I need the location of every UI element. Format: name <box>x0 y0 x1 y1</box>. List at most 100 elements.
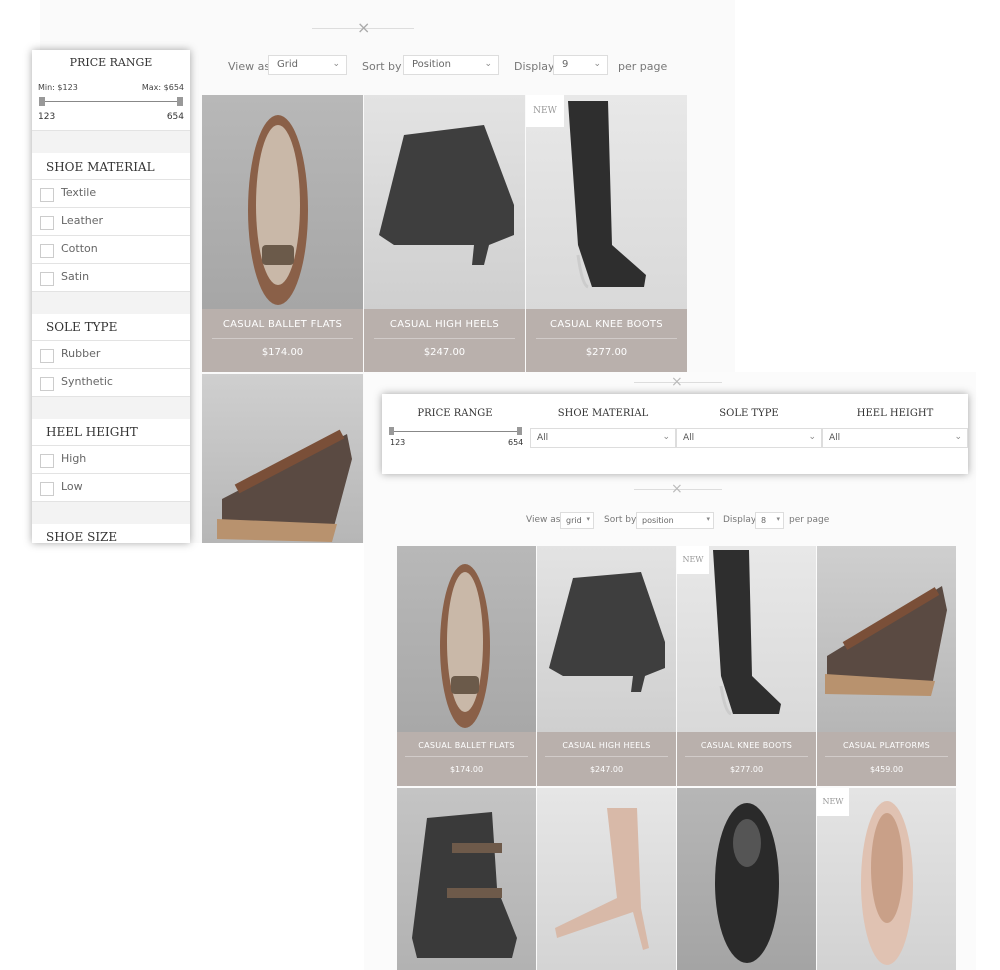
filter-option-label: Rubber <box>61 347 101 360</box>
display-select[interactable]: 9 ⌄ <box>553 55 608 75</box>
filter-option[interactable]: Synthetic <box>32 368 190 396</box>
checkbox[interactable] <box>40 349 54 363</box>
price-slider-max-handle[interactable] <box>517 427 522 435</box>
checkbox[interactable] <box>40 454 54 468</box>
close-icon[interactable]: × <box>671 374 683 390</box>
sort-by-label: Sort by <box>604 515 637 525</box>
sort-by-select[interactable]: Position ⌄ <box>403 55 499 75</box>
section-gap <box>32 130 190 153</box>
chevron-down-icon: ⌄ <box>593 59 601 69</box>
product-name[interactable]: CASUAL PLATFORMS <box>817 741 956 750</box>
checkbox[interactable] <box>40 244 54 258</box>
product-card[interactable] <box>677 788 816 970</box>
product-image[interactable] <box>526 95 687 309</box>
filter-option[interactable]: Satin <box>32 263 190 291</box>
product-image[interactable] <box>397 546 536 732</box>
product-card[interactable]: CASUAL PLATFORMS $459.00 <box>817 546 956 786</box>
chevron-down-icon: ▾ <box>586 515 590 523</box>
price-slider-max-handle[interactable] <box>177 97 183 106</box>
ballet-flat-image <box>440 564 490 728</box>
price-max-label: Max: $654 <box>141 83 184 92</box>
view-as-label: View as <box>526 515 561 525</box>
chevron-down-icon: ⌄ <box>332 59 340 69</box>
product-image[interactable] <box>364 95 525 309</box>
sole-type-title: SOLE TYPE <box>46 320 118 334</box>
filter-option[interactable]: Cotton <box>32 235 190 263</box>
checkbox[interactable] <box>40 188 54 202</box>
product-card[interactable]: CASUAL BALLET FLATS $174.00 <box>202 95 363 372</box>
chevron-down-icon: ⌄ <box>808 432 816 442</box>
view-as-select[interactable]: Grid ⌄ <box>268 55 347 75</box>
product-card[interactable] <box>537 788 676 970</box>
ankle-boot-image <box>412 812 517 958</box>
price-slider-track[interactable] <box>42 101 180 102</box>
display-select[interactable]: 8 ▾ <box>755 512 784 529</box>
price-max-value: 654 <box>508 438 524 447</box>
product-card[interactable]: NEW CASUAL KNEE BOOTS $277.00 <box>677 546 816 786</box>
close-icon[interactable]: × <box>671 481 683 497</box>
product-name[interactable]: CASUAL BALLET FLATS <box>202 319 363 330</box>
product-caption: CASUAL KNEE BOOTS $277.00 <box>526 309 687 372</box>
filter-option[interactable]: Low <box>32 473 190 501</box>
checkbox[interactable] <box>40 377 54 391</box>
sort-by-value: Position <box>412 59 451 70</box>
view-as-value: grid <box>566 516 582 525</box>
product-card[interactable] <box>397 788 536 970</box>
chevron-down-icon: ⌄ <box>954 432 962 442</box>
filter-option[interactable]: Leather <box>32 207 190 235</box>
shoe-material-title: SHOE MATERIAL <box>557 408 649 419</box>
sole-type-title: SOLE TYPE <box>719 408 779 419</box>
product-name[interactable]: CASUAL HIGH HEELS <box>364 319 525 330</box>
product-card[interactable]: CASUAL BALLET FLATS $174.00 <box>397 546 536 786</box>
heel-height-select[interactable]: All ⌄ <box>822 428 968 448</box>
price-range-title: PRICE RANGE <box>69 56 153 69</box>
price-min-value: 123 <box>38 112 56 122</box>
shoe-size-title: SHOE SIZE <box>46 530 118 543</box>
product-name[interactable]: CASUAL KNEE BOOTS <box>677 741 816 750</box>
chevron-down-icon: ▾ <box>706 515 710 523</box>
checkbox[interactable] <box>40 216 54 230</box>
price-slider-track[interactable] <box>390 431 522 432</box>
filter-option-label: Textile <box>61 186 97 199</box>
product-image[interactable] <box>202 374 363 543</box>
product-image[interactable] <box>202 95 363 309</box>
price-slider-min-handle[interactable] <box>39 97 45 106</box>
view-as-select[interactable]: grid ▾ <box>560 512 594 529</box>
filter-option-label: Synthetic <box>61 375 113 388</box>
product-card[interactable]: CASUAL HIGH HEELS $247.00 <box>364 95 525 372</box>
new-badge: NEW <box>526 95 564 127</box>
product-card[interactable]: NEW <box>817 788 956 970</box>
product-card[interactable]: CASUAL HIGH HEELS $247.00 <box>537 546 676 786</box>
shoe-material-select[interactable]: All ⌄ <box>530 428 676 448</box>
display-value: 9 <box>562 59 569 70</box>
product-price: $174.00 <box>261 347 304 358</box>
checkbox[interactable] <box>40 272 54 286</box>
strappy-heel-image <box>555 808 649 950</box>
price-min-value: 123 <box>390 438 406 447</box>
product-price: $247.00 <box>423 347 466 358</box>
checkbox[interactable] <box>40 482 54 496</box>
product-caption: CASUAL BALLET FLATS $174.00 <box>397 732 536 786</box>
wedge-sandal-image <box>825 586 947 696</box>
product-card[interactable]: NEW CASUAL KNEE BOOTS $277.00 <box>526 95 687 372</box>
product-card[interactable] <box>202 374 363 543</box>
product-name[interactable]: CASUAL BALLET FLATS <box>397 741 536 750</box>
product-name[interactable]: CASUAL HIGH HEELS <box>537 741 676 750</box>
product-name[interactable]: CASUAL KNEE BOOTS <box>526 319 687 330</box>
shoe-material-title: SHOE MATERIAL <box>46 160 155 174</box>
high-heel-bootie-image <box>379 125 514 265</box>
new-badge: NEW <box>817 788 849 816</box>
close-icon[interactable]: × <box>357 18 370 38</box>
price-slider-min-handle[interactable] <box>389 427 394 435</box>
filter-option[interactable]: Rubber <box>32 340 190 368</box>
product-caption: CASUAL PLATFORMS $459.00 <box>817 732 956 786</box>
filter-option[interactable]: High <box>32 445 190 473</box>
sole-type-select[interactable]: All ⌄ <box>676 428 822 448</box>
product-image[interactable] <box>817 546 956 732</box>
product-image[interactable] <box>537 546 676 732</box>
product-caption: CASUAL KNEE BOOTS $277.00 <box>677 732 816 786</box>
heel-height-title: HEEL HEIGHT <box>856 408 934 419</box>
filter-option[interactable]: Textile <box>32 179 190 207</box>
sort-by-select[interactable]: position ▾ <box>636 512 714 529</box>
chevron-down-icon: ▾ <box>776 515 780 523</box>
